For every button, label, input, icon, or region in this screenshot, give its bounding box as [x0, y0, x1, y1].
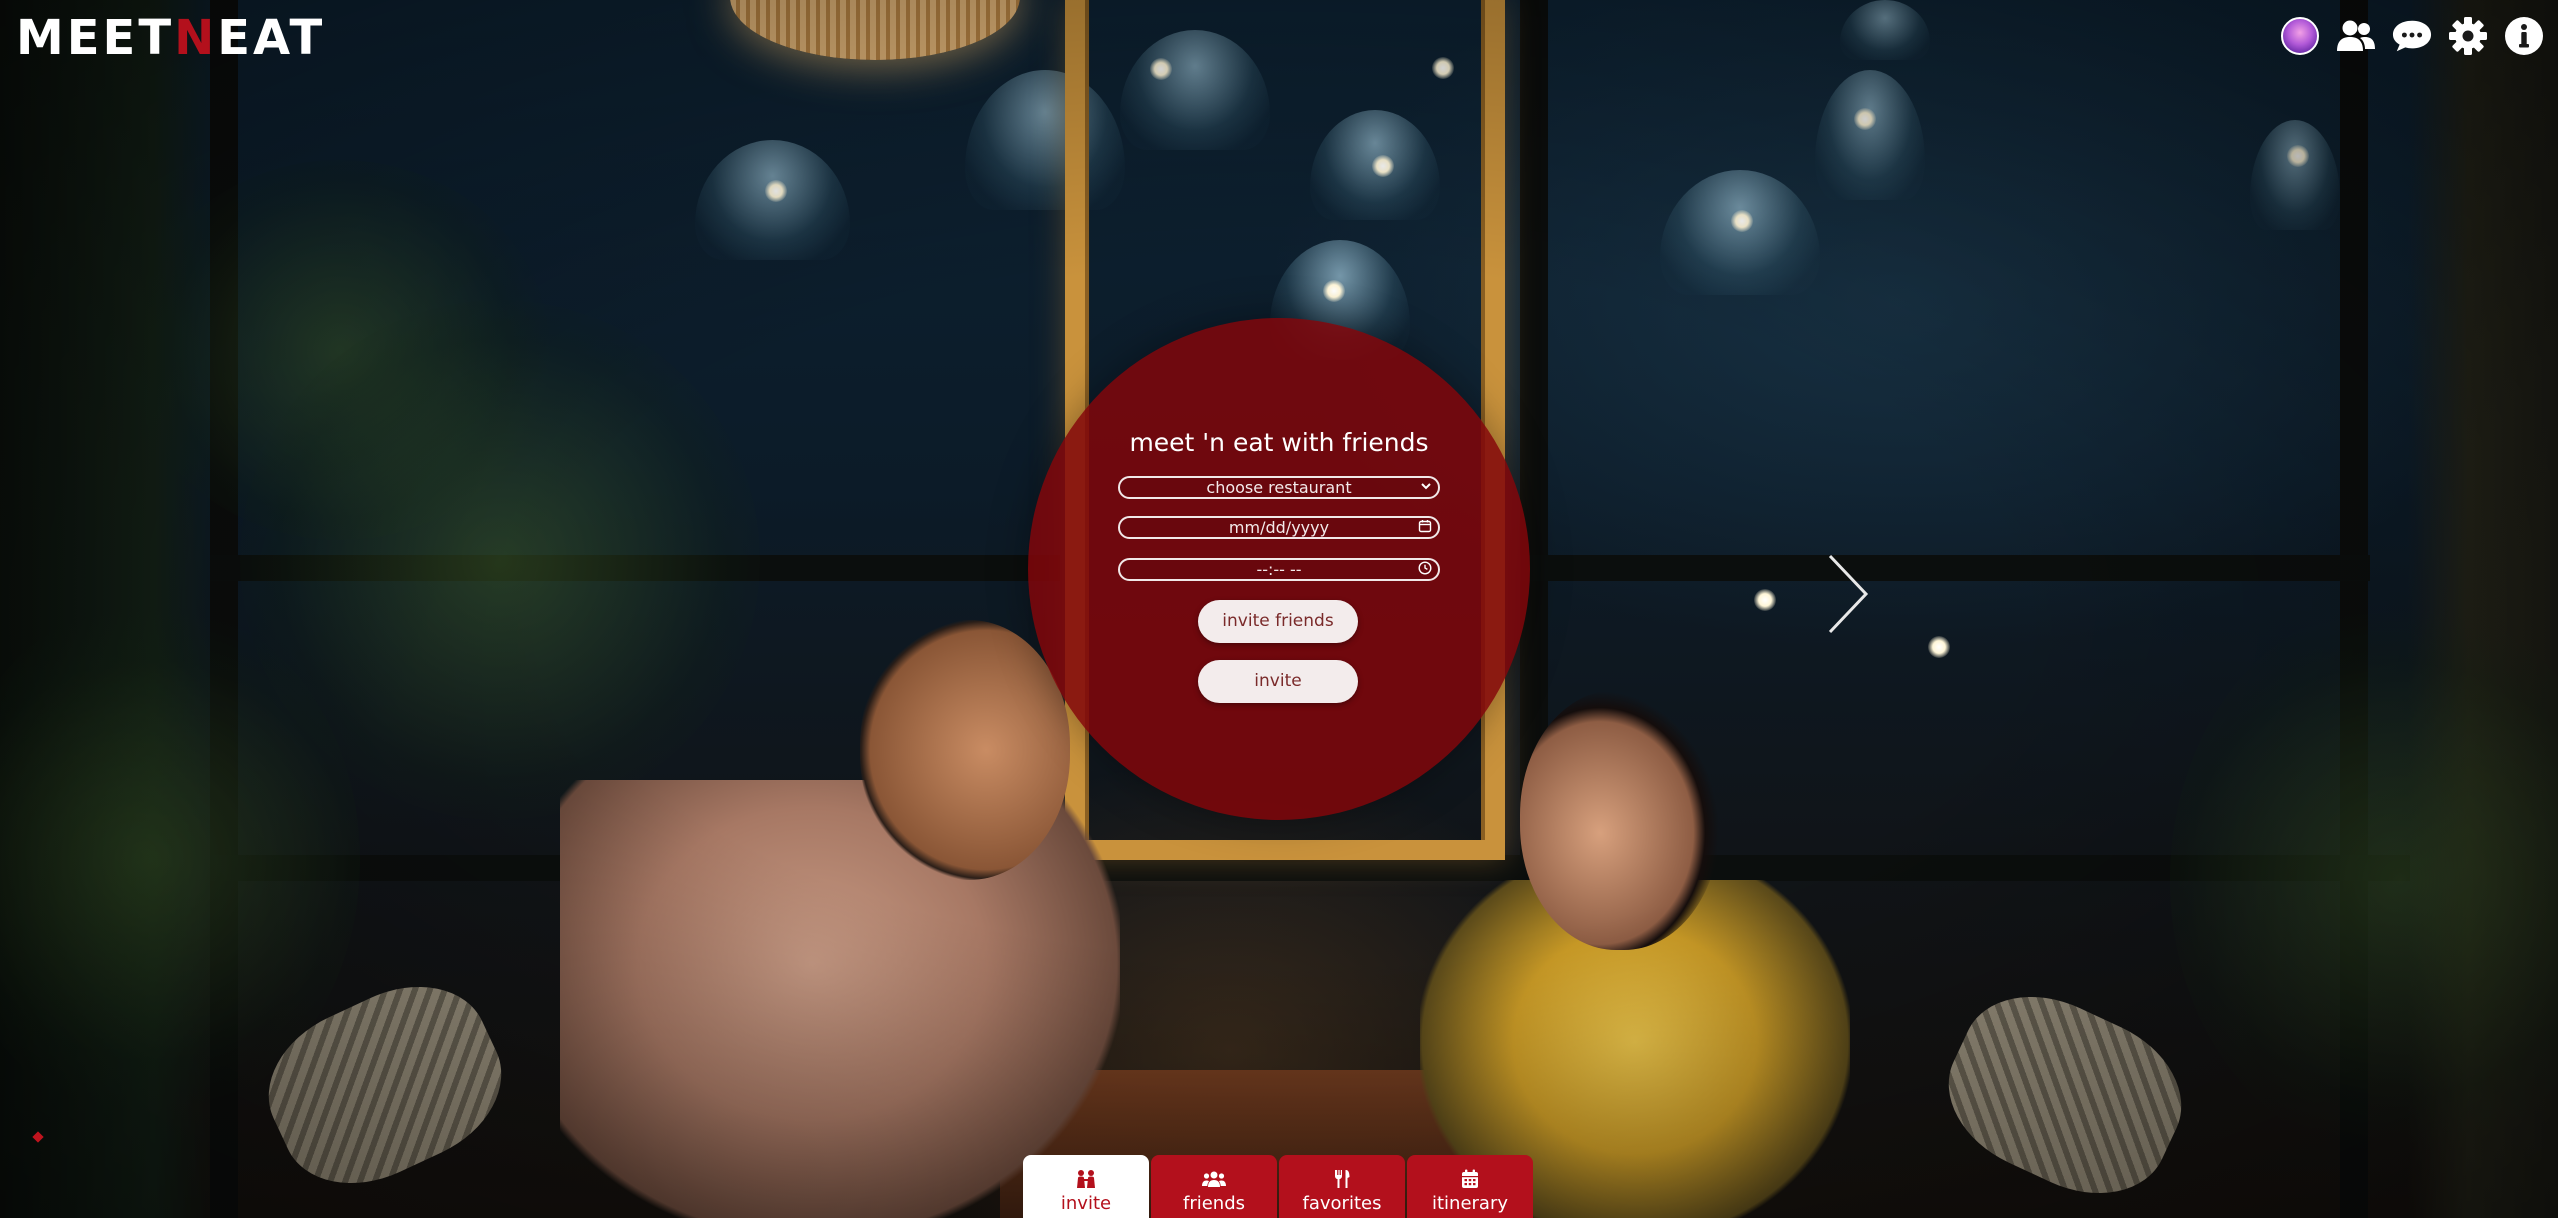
- people-pair-icon: [1077, 1170, 1095, 1188]
- chat-button[interactable]: [2392, 16, 2432, 56]
- gear-icon: [2449, 17, 2487, 55]
- invite-form-panel: meet 'n eat with friends choose restaura…: [1028, 318, 1530, 820]
- time-input-placeholder: --:-- --: [1256, 560, 1302, 579]
- info-icon: [2505, 17, 2543, 55]
- chevron-down-icon: [1420, 479, 1432, 498]
- time-input[interactable]: --:-- --: [1118, 558, 1440, 581]
- date-input-placeholder: mm/dd/yyyy: [1228, 518, 1330, 537]
- form-title: meet 'n eat with friends: [1129, 428, 1429, 457]
- friends-icon: [2337, 20, 2375, 51]
- app-logo[interactable]: MEETNEAT: [16, 12, 325, 64]
- tab-invite[interactable]: invite: [1023, 1155, 1149, 1218]
- next-slide-button[interactable]: [1822, 552, 1872, 636]
- tab-itinerary[interactable]: itinerary: [1407, 1155, 1533, 1218]
- profile-avatar-button[interactable]: [2280, 16, 2320, 56]
- tab-invite-label: invite: [1060, 1193, 1112, 1214]
- settings-button[interactable]: [2448, 16, 2488, 56]
- tab-itinerary-label: itinerary: [1431, 1193, 1509, 1214]
- header-nav: [2280, 16, 2544, 56]
- chevron-right-icon: [1828, 554, 1869, 634]
- utensils-icon: [1335, 1170, 1350, 1188]
- calendar-icon[interactable]: [1418, 519, 1432, 539]
- info-button[interactable]: [2504, 16, 2544, 56]
- tab-favorites[interactable]: favorites: [1279, 1155, 1405, 1218]
- tab-favorites-label: favorites: [1302, 1193, 1382, 1214]
- logo-text-n: N: [174, 10, 218, 66]
- friends-button[interactable]: [2336, 16, 2376, 56]
- invite-button[interactable]: invite: [1198, 660, 1358, 703]
- chat-icon: [2392, 20, 2432, 52]
- restaurant-select[interactable]: choose restaurant: [1118, 476, 1440, 499]
- logo-text-eat: EAT: [217, 10, 326, 66]
- date-input[interactable]: mm/dd/yyyy: [1118, 516, 1440, 539]
- tab-friends-label: friends: [1182, 1193, 1246, 1214]
- avatar: [2281, 17, 2319, 55]
- restaurant-select-value: choose restaurant: [1206, 478, 1352, 497]
- logo-text-meet: MEET: [16, 10, 175, 66]
- tab-friends[interactable]: friends: [1151, 1155, 1277, 1218]
- clock-icon[interactable]: [1418, 561, 1432, 581]
- group-icon: [1202, 1171, 1226, 1187]
- invite-friends-button[interactable]: invite friends: [1198, 600, 1358, 643]
- bottom-tab-bar: invite friends favorites itinerary: [1023, 1155, 1533, 1218]
- calendar-icon: [1462, 1169, 1478, 1188]
